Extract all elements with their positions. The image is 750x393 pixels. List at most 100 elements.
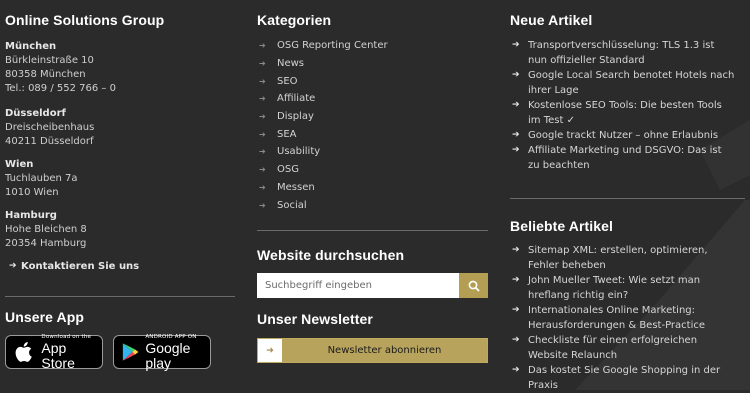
address-line: 80358 München [5, 69, 86, 80]
category-item[interactable]: ➔ Messen [259, 179, 487, 197]
article-title: Internationales Online Marketing: Heraus… [528, 305, 706, 331]
arrow-right-icon: ➔ [512, 275, 520, 285]
search-heading: Website durchsuchen [257, 247, 405, 263]
new-articles-heading: Neue Artikel [510, 12, 593, 28]
article-link[interactable]: ➔ Das kostet Sie Google Shopping in der P… [510, 363, 735, 393]
category-item[interactable]: ➔ SEA [259, 125, 487, 143]
contact-link[interactable]: ➔ Kontaktieren Sie uns [9, 261, 139, 272]
chevron-right-icon: ➔ [259, 76, 266, 86]
search-input[interactable] [257, 273, 459, 298]
category-label: SEO [277, 75, 298, 87]
article-link[interactable]: ➔ Transportverschlüsselung: TLS 1.3 ist n… [510, 38, 735, 68]
arrow-right-icon: ➔ [512, 335, 520, 345]
phone-line[interactable]: Tel.: 089 / 552 766 – 0 [5, 82, 116, 96]
search-icon [468, 280, 480, 292]
category-item[interactable]: ➔ Display [259, 108, 487, 126]
app-heading: Unsere App [5, 309, 85, 325]
chevron-right-icon: ➔ [259, 165, 266, 175]
arrow-right-icon: ➔ [512, 305, 520, 315]
category-label: Messen [277, 181, 315, 193]
arrow-right-icon: ➔ [512, 100, 520, 110]
arrow-right-icon: ➔ [512, 145, 520, 155]
app-store-badge[interactable]: Download on the App Store [5, 334, 103, 371]
googleplay-big-text: Google play [145, 339, 191, 371]
article-title: Das kostet Sie Google Shopping in der Pr… [528, 365, 721, 391]
article-link[interactable]: ➔ Affiliate Marketing und DSGVO: Das ist … [510, 143, 735, 173]
category-label: SEA [277, 128, 297, 140]
category-item[interactable]: ➔ SEO [259, 72, 487, 90]
article-link[interactable]: ➔ Checkliste für einen erfolgreichen Webs… [510, 333, 735, 363]
article-title: Sitemap XML: erstellen, optimieren, Fehl… [528, 245, 708, 271]
category-label: Affiliate [277, 93, 316, 105]
office-city: Düsseldorf [5, 108, 66, 119]
office-hamburg: Hamburg Hohe Bleichen 8 20354 Hamburg [5, 209, 87, 251]
category-label: Social [277, 199, 307, 211]
address-line: Hohe Bleichen 8 [5, 224, 87, 235]
category-label: Display [277, 111, 314, 123]
category-label: News [277, 58, 305, 70]
article-link[interactable]: ➔ Sitemap XML: erstellen, optimieren, Feh… [510, 243, 735, 273]
address-line: Bürkleinstraße 10 [5, 55, 94, 66]
address-line: 40211 Düsseldorf [5, 136, 94, 147]
popular-articles-heading: Beliebte Artikel [510, 218, 614, 234]
article-title: Kostenlose SEO Tools: Die besten Tools i… [528, 100, 722, 126]
category-item[interactable]: ➔ OSG [259, 161, 487, 179]
newsletter-heading: Unser Newsletter [257, 311, 373, 327]
address-line: 20354 Hamburg [5, 238, 87, 249]
company-heading: Online Solutions Group [5, 12, 165, 28]
article-link[interactable]: ➔ John Mueller Tweet: Wie setzt man hrefl… [510, 273, 735, 303]
popular-articles-list: ➔ Sitemap XML: erstellen, optimieren, Feh… [510, 243, 735, 393]
apple-icon [15, 341, 32, 362]
search-button[interactable] [459, 273, 488, 298]
divider [5, 296, 235, 297]
arrow-right-icon: ➔ [266, 345, 274, 356]
google-play-badge[interactable]: ANDROID APP ON Google play [113, 334, 211, 371]
category-label: Usability [277, 146, 321, 158]
chevron-right-icon: ➔ [259, 94, 266, 104]
category-item[interactable]: ➔ OSG Reporting Center [259, 37, 487, 55]
divider [510, 198, 745, 199]
article-title: Google Local Search benotet Hotels nach … [528, 70, 735, 96]
category-label: OSG [277, 164, 299, 176]
chevron-right-icon: ➔ [259, 200, 266, 210]
google-play-icon [122, 343, 139, 361]
office-city: München [5, 41, 57, 52]
article-title: Affiliate Marketing und DSGVO: Das ist z… [528, 145, 722, 171]
arrow-right-icon: ➔ [512, 40, 520, 50]
categories-list: ➔ OSG Reporting Center ➔ News ➔ SEO ➔ Affili… [259, 37, 487, 214]
new-articles-list: ➔ Transportverschlüsselung: TLS 1.3 ist n… [510, 38, 735, 173]
arrow-right-icon: ➔ [512, 365, 520, 375]
chevron-right-icon: ➔ [259, 112, 266, 122]
arrow-right-icon: ➔ [512, 130, 520, 140]
article-link[interactable]: ➔ Google trackt Nutzer – ohne Erlaubnis [510, 128, 735, 143]
chevron-right-icon: ➔ [259, 129, 266, 139]
office-muenchen: München Bürkleinstraße 10 80358 München … [5, 40, 116, 96]
chevron-right-icon: ➔ [259, 59, 266, 69]
search-form [257, 273, 488, 298]
newsletter-button-label: Newsletter abonnieren [282, 339, 487, 362]
address-line: Tuchlauben 7a [5, 173, 78, 184]
article-title: Transportverschlüsselung: TLS 1.3 ist nu… [528, 40, 715, 66]
office-city: Wien [5, 159, 34, 170]
article-title: Checkliste für einen erfolgreichen Websi… [528, 335, 698, 361]
article-link[interactable]: ➔ Google Local Search benotet Hotels nach… [510, 68, 735, 98]
categories-heading: Kategorien [257, 12, 332, 28]
office-wien: Wien Tuchlauben 7a 1010 Wien [5, 158, 78, 200]
arrow-right-icon: ➔ [512, 70, 520, 80]
category-item[interactable]: ➔ Usability [259, 143, 487, 161]
category-item[interactable]: ➔ Affiliate [259, 90, 487, 108]
arrow-right-icon: ➔ [512, 245, 520, 255]
category-item[interactable]: ➔ Social [259, 196, 487, 214]
divider [257, 230, 488, 231]
article-link[interactable]: ➔ Kostenlose SEO Tools: Die besten Tools … [510, 98, 735, 128]
appstore-big-text: App Store [41, 339, 75, 371]
chevron-right-icon: ➔ [259, 41, 266, 51]
contact-label: Kontaktieren Sie uns [21, 261, 140, 272]
newsletter-button[interactable]: ➔ Newsletter abonnieren [257, 338, 488, 363]
address-line: 1010 Wien [5, 187, 59, 198]
category-item[interactable]: ➔ News [259, 55, 487, 73]
office-duesseldorf: Düsseldorf Dreischeibenhaus 40211 Düssel… [5, 107, 94, 149]
article-link[interactable]: ➔ Internationales Online Marketing: Herau… [510, 303, 735, 333]
category-label: OSG Reporting Center [277, 40, 388, 52]
arrow-right-icon: ➔ [9, 261, 17, 271]
